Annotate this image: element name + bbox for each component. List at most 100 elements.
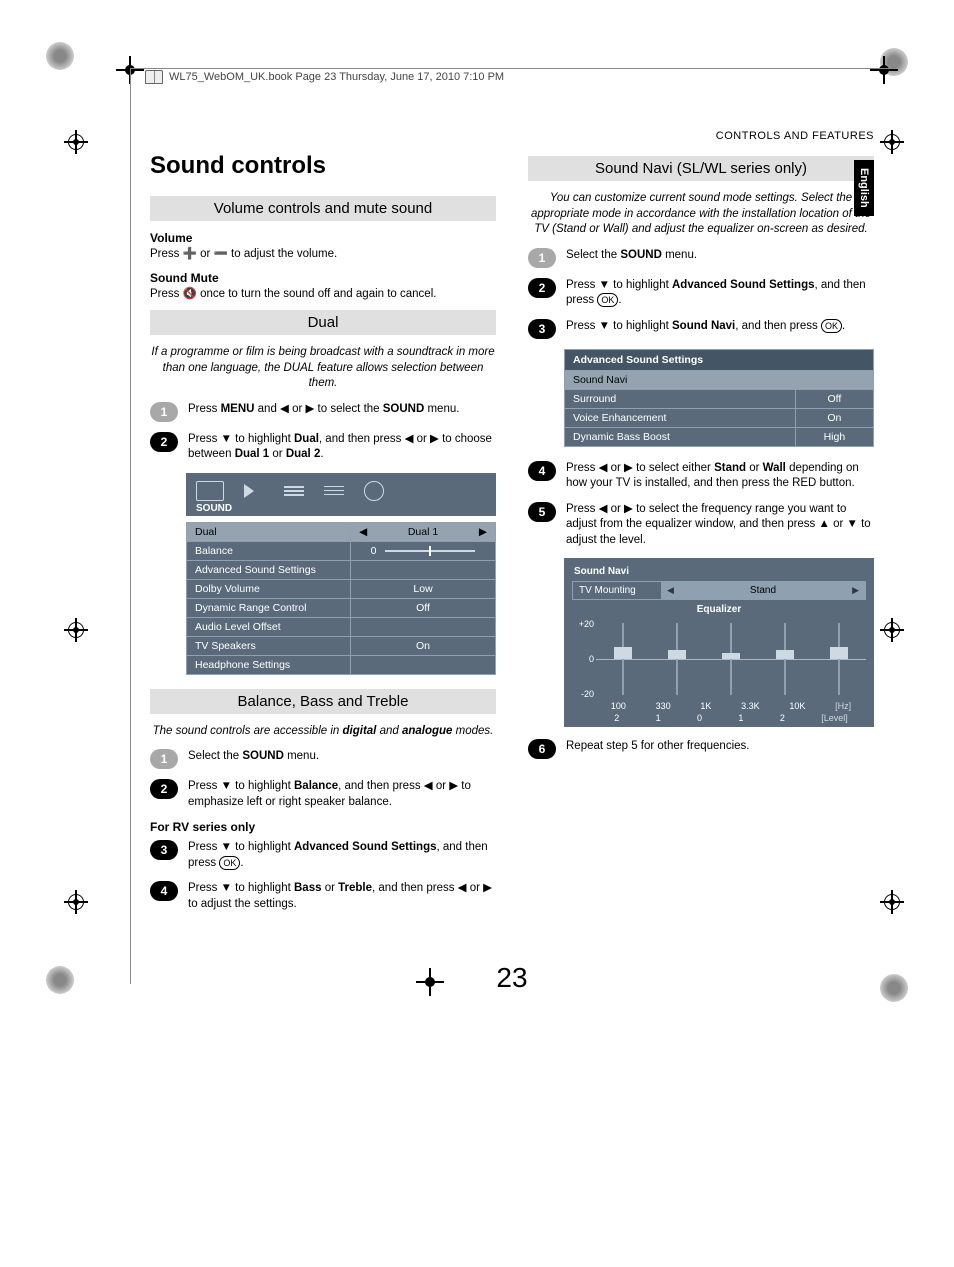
step-text: Press MENU and ◀ or ▶ to select the SOUN… bbox=[188, 402, 496, 422]
step-badge: 1 bbox=[150, 749, 178, 769]
menu-key: Dolby Volume bbox=[187, 579, 351, 598]
step-text: Select the SOUND menu. bbox=[566, 248, 874, 268]
eq-bar bbox=[722, 653, 740, 659]
eq-title: Sound Navi bbox=[572, 564, 866, 581]
step-badge: 2 bbox=[150, 779, 178, 799]
navi-intro: You can customize current sound mode set… bbox=[528, 191, 874, 238]
table-row: Dual◀Dual 1▶ bbox=[187, 522, 496, 541]
eq-hz-row: 1003301K3.3K10K[Hz] bbox=[572, 701, 866, 711]
eq-y-axis: +200-20 bbox=[572, 619, 594, 699]
menu-value: Low bbox=[351, 579, 496, 598]
advanced-sound-menu: Advanced Sound Settings Sound Navi Surro… bbox=[564, 349, 874, 447]
balance-step-4: 4 Press ▼ to highlight Bass or Treble, a… bbox=[150, 881, 496, 912]
eq-level-label: [Level] bbox=[821, 713, 848, 723]
menu-key: Headphone Settings bbox=[187, 655, 351, 674]
eq-level-row: 21012[Level] bbox=[572, 713, 866, 723]
gear-icon bbox=[364, 481, 384, 501]
dual-intro: If a programme or film is being broadcas… bbox=[150, 345, 496, 392]
page-number: 23 bbox=[150, 962, 874, 994]
sound-menu: SOUND Dual◀Dual 1▶Balance0 Advanced Soun… bbox=[186, 473, 496, 675]
eq-sub: Equalizer bbox=[572, 600, 866, 617]
menu-title: SOUND bbox=[186, 503, 496, 516]
step-badge: 1 bbox=[528, 248, 556, 268]
menu-value: 0 bbox=[351, 541, 496, 560]
eq-bar bbox=[668, 650, 686, 659]
eq-level-label: 2 bbox=[780, 713, 785, 723]
menu-key: Advanced Sound Settings bbox=[187, 560, 351, 579]
page-title: Sound controls bbox=[150, 152, 496, 180]
navi-step-3: 3 Press ▼ to highlight Sound Navi, and t… bbox=[528, 319, 874, 339]
volume-label: Volume bbox=[150, 231, 496, 245]
eq-hz-label: 100 bbox=[611, 701, 626, 711]
tv-mounting-label: TV Mounting bbox=[573, 582, 661, 599]
menu-key: TV Speakers bbox=[187, 636, 351, 655]
eq-hz-label: 330 bbox=[656, 701, 671, 711]
tv-mounting-row: TV Mounting ◀ Stand ▶ bbox=[572, 581, 866, 600]
advanced-sound-table: Advanced Sound Settings Sound Navi Surro… bbox=[564, 349, 874, 447]
navi-step-1: 1 Select the SOUND menu. bbox=[528, 248, 874, 268]
step-text: Press ▼ to highlight Advanced Sound Sett… bbox=[566, 278, 874, 309]
step-text: Press ▼ to highlight Sound Navi, and the… bbox=[566, 319, 874, 339]
menu-key: Dual bbox=[187, 522, 351, 541]
section-header: CONTROLS AND FEATURES bbox=[150, 130, 874, 142]
menu-value: On bbox=[795, 408, 873, 427]
eq-hz-label: [Hz] bbox=[835, 701, 851, 711]
step-badge: 4 bbox=[528, 461, 556, 481]
step-badge: 4 bbox=[150, 881, 178, 901]
table-row: Headphone Settings bbox=[187, 655, 496, 674]
navi-step-4: 4 Press ◀ or ▶ to select either Stand or… bbox=[528, 461, 874, 492]
menu-value: On bbox=[351, 636, 496, 655]
menu-key: Balance bbox=[187, 541, 351, 560]
eq-level-label: 1 bbox=[656, 713, 661, 723]
dual-step-2: 2 Press ▼ to highlight Dual, and then pr… bbox=[150, 432, 496, 463]
table-row: Voice EnhancementOn bbox=[565, 408, 874, 427]
menu-value: Off bbox=[795, 389, 873, 408]
adv-subtitle: Sound Navi bbox=[565, 370, 874, 389]
balance-step-3: 3 Press ▼ to highlight Advanced Sound Se… bbox=[150, 840, 496, 871]
eq-grid: +200-20 bbox=[596, 619, 866, 699]
balance-step-2: 2 Press ▼ to highlight Balance, and then… bbox=[150, 779, 496, 810]
step-badge: 5 bbox=[528, 502, 556, 522]
navi-step-6: 6 Repeat step 5 for other frequencies. bbox=[528, 739, 874, 759]
menu-value: ◀Dual 1▶ bbox=[351, 522, 496, 541]
rv-label: For RV series only bbox=[150, 820, 496, 834]
menu-key: Dynamic Range Control bbox=[187, 598, 351, 617]
section-bar-dual: Dual bbox=[150, 310, 496, 335]
balance-step-1: 1 Select the SOUND menu. bbox=[150, 749, 496, 769]
ok-icon: OK bbox=[597, 293, 618, 307]
triangle-right-icon: ▶ bbox=[852, 585, 859, 596]
triangle-left-icon: ◀ bbox=[667, 585, 674, 596]
table-row: SurroundOff bbox=[565, 389, 874, 408]
mute-text: Press 🔇 once to turn the sound off and a… bbox=[150, 287, 496, 303]
menu-value: Off bbox=[351, 598, 496, 617]
step-badge: 3 bbox=[150, 840, 178, 860]
eq-bar bbox=[614, 647, 632, 659]
step-badge: 3 bbox=[528, 319, 556, 339]
section-bar-volume: Volume controls and mute sound bbox=[150, 196, 496, 221]
mute-label: Sound Mute bbox=[150, 271, 496, 285]
bars-icon bbox=[284, 486, 304, 496]
sliders-icon bbox=[324, 486, 344, 495]
section-bar-navi: Sound Navi (SL/WL series only) bbox=[528, 156, 874, 181]
language-tab: English bbox=[854, 160, 874, 216]
menu-value: High bbox=[795, 427, 873, 446]
table-row: Advanced Sound Settings bbox=[187, 560, 496, 579]
equalizer-panel: Sound Navi TV Mounting ◀ Stand ▶ Equaliz… bbox=[564, 558, 874, 727]
tv-mounting-value: ◀ Stand ▶ bbox=[661, 582, 865, 599]
eq-bar bbox=[830, 647, 848, 659]
ok-icon: OK bbox=[821, 319, 842, 333]
balance-intro: The sound controls are accessible in dig… bbox=[150, 724, 496, 740]
step-badge: 2 bbox=[528, 278, 556, 298]
table-row: Audio Level Offset bbox=[187, 617, 496, 636]
table-row: Dolby VolumeLow bbox=[187, 579, 496, 598]
menu-value bbox=[351, 655, 496, 674]
menu-value bbox=[351, 560, 496, 579]
sound-menu-table: Dual◀Dual 1▶Balance0 Advanced Sound Sett… bbox=[186, 522, 496, 675]
eq-bar bbox=[776, 650, 794, 659]
step-text: Press ▼ to highlight Advanced Sound Sett… bbox=[188, 840, 496, 871]
eq-hz-label: 1K bbox=[700, 701, 711, 711]
menu-key: Surround bbox=[565, 389, 796, 408]
step-text: Press ◀ or ▶ to select the frequency ran… bbox=[566, 502, 874, 549]
section-bar-balance: Balance, Bass and Treble bbox=[150, 689, 496, 714]
eq-level-label: 1 bbox=[738, 713, 743, 723]
